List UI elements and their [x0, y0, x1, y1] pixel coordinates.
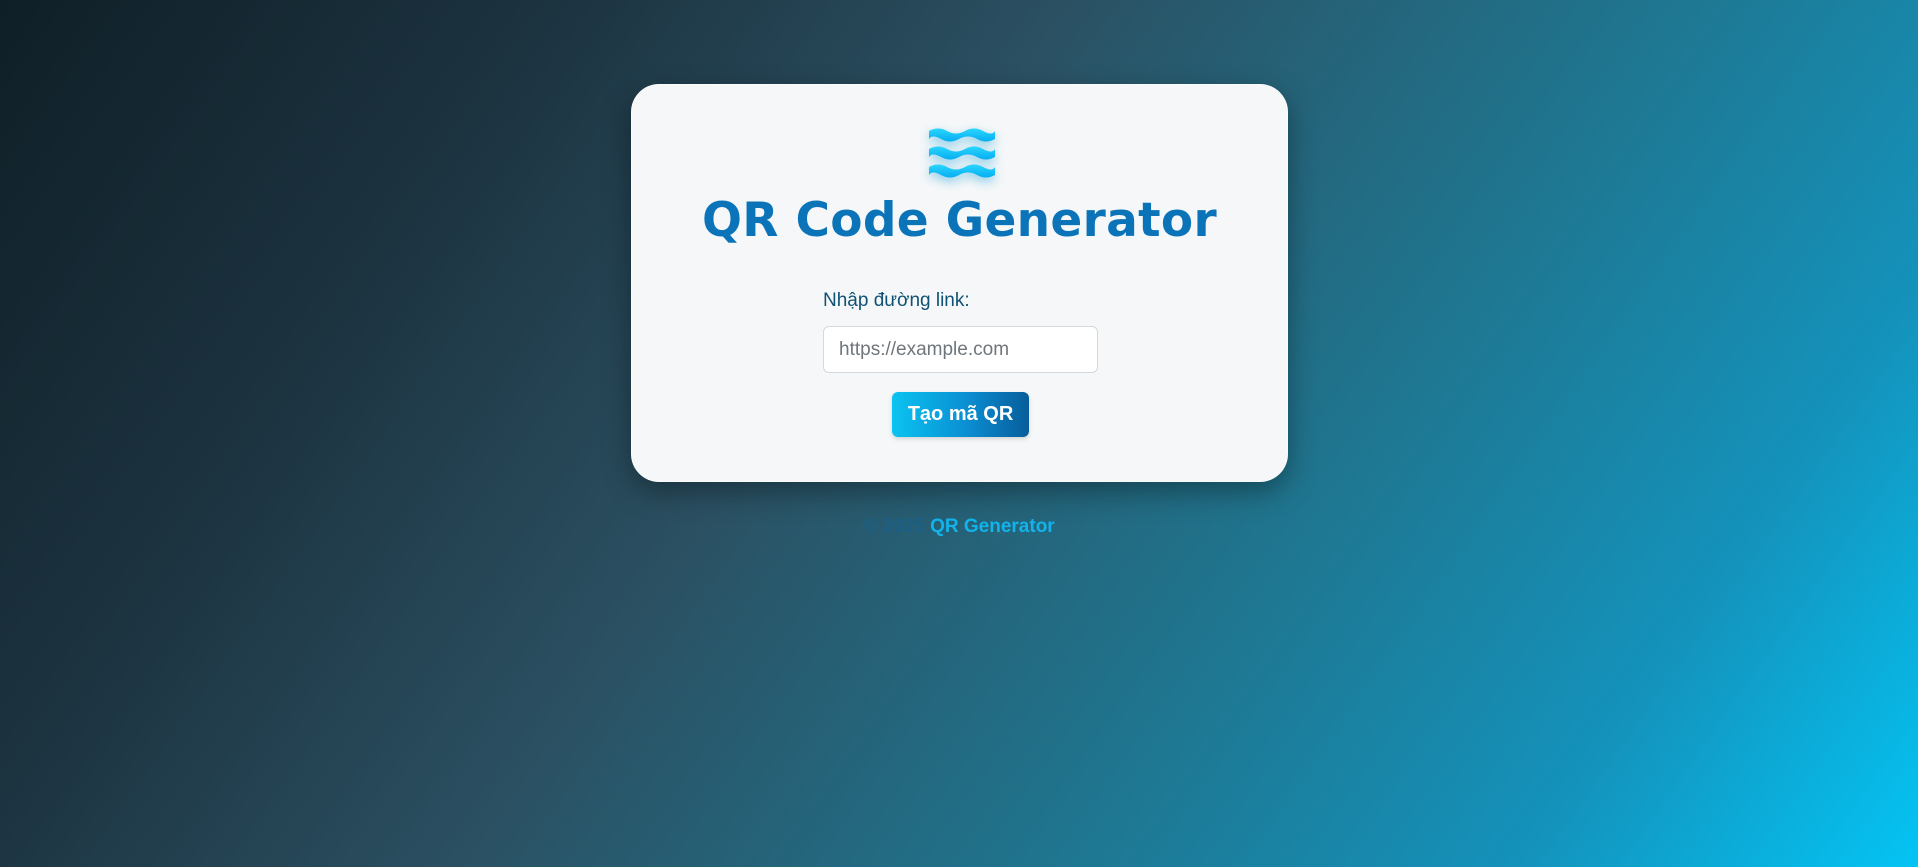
waves-icon	[929, 128, 995, 178]
qr-generator-card: QR Code Generator Nhập đường link: Tạo m…	[631, 84, 1288, 482]
url-input[interactable]	[823, 326, 1098, 373]
footer-copyright: © 2025	[863, 516, 925, 537]
footer: © 2025 QR Generator	[0, 516, 1918, 538]
page-title: QR Code Generator	[702, 193, 1217, 248]
url-input-label: Nhập đường link:	[823, 290, 970, 311]
footer-brand: QR Generator	[930, 516, 1055, 537]
generate-qr-button[interactable]: Tạo mã QR	[892, 392, 1029, 437]
